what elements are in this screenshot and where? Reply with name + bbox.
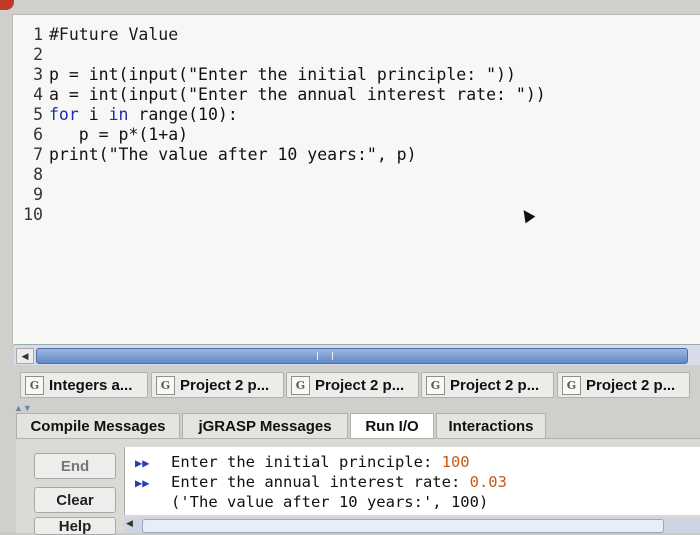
line-number: 5 (33, 105, 43, 124)
code-line[interactable]: 6 p = p*(1+a) (13, 125, 673, 145)
scroll-left-arrow-icon[interactable]: ◀ (126, 518, 133, 529)
code-text: a = int(input("Enter the annual interest… (49, 85, 546, 104)
code-line[interactable]: 7 print("The value after 10 years:", p) (13, 145, 673, 165)
grasp-file-icon: G (426, 375, 445, 395)
code-line[interactable]: 2 (13, 45, 673, 65)
console-user-input: 0.03 (469, 473, 507, 491)
tab-label: Run I/O (365, 417, 419, 435)
code-text: print("The value after 10 years:", p) (49, 145, 417, 164)
code-line[interactable]: 4 a = int(input("Enter the annual interes… (13, 85, 673, 105)
console-line: ▶▶ Enter the annual interest rate: 0.03 (135, 472, 507, 492)
project-tab-label: Project 2 p... (450, 376, 540, 394)
code-text: #Future Value (49, 25, 179, 44)
console-output-text: ('The value after 10 years:', 100) (171, 493, 489, 511)
tab-label: Interactions (448, 417, 534, 435)
input-prompt-icon: ▶▶ (135, 476, 150, 490)
grasp-file-icon: G (562, 375, 581, 395)
code-text: i (78, 105, 109, 124)
tab-label: Compile Messages (30, 417, 166, 435)
code-text: p = int(input("Enter the initial princip… (49, 65, 516, 84)
end-button[interactable]: End (34, 453, 116, 479)
line-number: 4 (33, 85, 43, 104)
project-tab-label: Project 2 p... (586, 376, 676, 394)
line-number: 2 (33, 45, 43, 64)
tab-label: jGRASP Messages (198, 417, 332, 435)
project-tab-label: Project 2 p... (315, 376, 405, 394)
tab-jgrasp-messages[interactable]: jGRASP Messages (182, 413, 348, 439)
tab-compile-messages[interactable]: Compile Messages (16, 413, 180, 439)
project-tab-project2-d[interactable]: G Project 2 p... (557, 372, 690, 398)
input-prompt-icon: ▶▶ (135, 456, 150, 470)
scrollbar-thumb[interactable] (36, 348, 688, 364)
line-number: 3 (33, 65, 43, 84)
console-user-input: 100 (441, 453, 470, 471)
line-number: 8 (33, 165, 43, 184)
code-text: p = p*(1+a) (49, 125, 189, 144)
line-number: 10 (23, 205, 43, 224)
grasp-file-icon: G (156, 375, 175, 395)
jgrasp-window: 1 #Future Value 2 3 p = int(input("Enter t… (0, 0, 700, 535)
code-line[interactable]: 3 p = int(input("Enter the initial princi… (13, 65, 673, 85)
scroll-grip-icon (317, 352, 333, 360)
run-io-console[interactable]: ▶▶ Enter the initial principle: 100 ▶▶ Ent… (124, 447, 700, 515)
project-tab-project2-b[interactable]: G Project 2 p... (286, 372, 419, 398)
grasp-file-icon: G (291, 375, 310, 395)
scroll-left-arrow-icon[interactable]: ◀ (16, 348, 34, 364)
line-number: 6 (33, 125, 43, 144)
run-io-panel: End Clear Help ▶▶ Enter the initial princ… (16, 438, 700, 535)
keyword-for: for (49, 105, 79, 124)
help-button-label: Help (58, 518, 92, 535)
end-button-label: End (60, 457, 90, 475)
project-tab-label: Project 2 p... (180, 376, 270, 394)
tab-run-io[interactable]: Run I/O (350, 413, 434, 439)
keyword-in: in (108, 105, 129, 124)
console-horizontal-scrollbar[interactable]: ◀ (124, 517, 700, 533)
project-tab-integers[interactable]: G Integers a... (20, 372, 148, 398)
project-tab-label: Integers a... (49, 376, 133, 394)
split-divider-arrows-icon[interactable]: ▲▼ (14, 403, 32, 413)
code-line[interactable]: 1 #Future Value (13, 25, 673, 45)
console-output-text: Enter the initial principle: (171, 453, 442, 471)
editor-horizontal-scrollbar[interactable]: ◀ (14, 344, 700, 365)
project-tabs: G Integers a... G Project 2 p... G Project … (20, 372, 700, 398)
line-number: 7 (33, 145, 43, 164)
code-line[interactable]: 9 (13, 185, 673, 205)
project-tab-project2-a[interactable]: G Project 2 p... (151, 372, 284, 398)
console-line: ▶▶ Enter the initial principle: 100 (135, 452, 470, 472)
project-tab-project2-c[interactable]: G Project 2 p... (421, 372, 554, 398)
code-line[interactable]: 8 (13, 165, 673, 185)
line-number: 1 (33, 25, 43, 44)
tab-interactions[interactable]: Interactions (436, 413, 546, 439)
message-tabs: Compile Messages jGRASP Messages Run I/O… (16, 413, 700, 439)
code-line[interactable]: 5 for i in range(10): (13, 105, 673, 125)
window-corner-mark (0, 0, 14, 10)
console-line: ('The value after 10 years:', 100) (135, 492, 488, 512)
code-text: range(10): (128, 105, 238, 124)
clear-button[interactable]: Clear (34, 487, 116, 513)
clear-button-label: Clear (56, 491, 94, 509)
grasp-file-icon: G (25, 375, 44, 395)
code-line[interactable]: 10 (13, 205, 673, 225)
console-output-text: Enter the annual interest rate: (171, 473, 470, 491)
line-number: 9 (33, 185, 43, 204)
help-button[interactable]: Help (34, 517, 116, 535)
code-editor[interactable]: 1 #Future Value 2 3 p = int(input("Enter t… (12, 14, 700, 346)
scrollbar-thumb[interactable] (142, 519, 664, 533)
